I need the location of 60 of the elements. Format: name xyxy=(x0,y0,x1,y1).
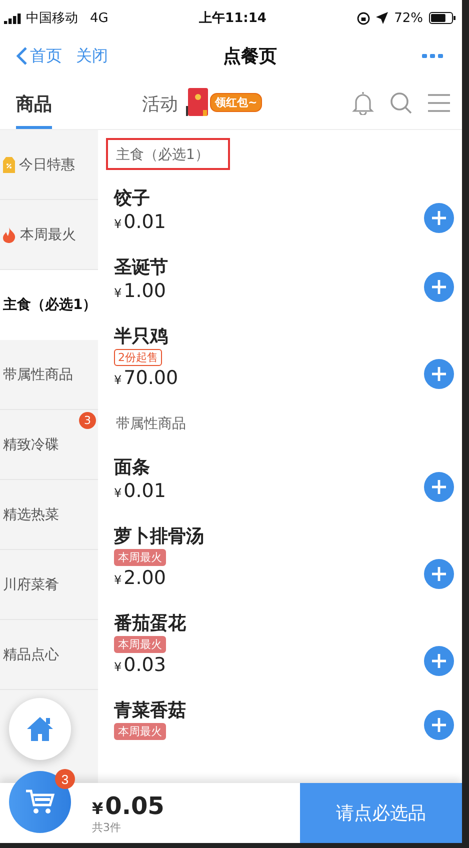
dish-name: 青菜香菇 xyxy=(114,699,186,722)
cart-count-note: 共3件 xyxy=(92,820,122,834)
dish-name: 番茄蛋花 xyxy=(114,612,186,635)
plus-icon xyxy=(431,566,447,582)
bell-icon[interactable] xyxy=(352,90,374,114)
dish-tag: 本周最火 xyxy=(114,723,166,740)
search-icon[interactable] xyxy=(390,92,412,114)
add-button[interactable] xyxy=(424,203,454,233)
chevron-left-icon xyxy=(16,47,28,65)
section-title: 主食（必选1） xyxy=(106,138,230,170)
category-item[interactable]: 主食（必选1） xyxy=(0,270,98,340)
signal-icon xyxy=(4,12,22,24)
cart-icon xyxy=(25,789,55,815)
dish-name: 饺子 xyxy=(114,187,150,210)
battery-percent: 72% xyxy=(394,10,423,26)
category-label: 今日特惠 xyxy=(19,156,75,174)
add-button[interactable] xyxy=(424,710,454,740)
dish-price: ¥2.00 xyxy=(114,567,166,589)
plus-icon xyxy=(431,653,447,669)
carrier-name: 中国移动 xyxy=(26,10,78,27)
category-label: 本周最火 xyxy=(20,226,76,244)
dish-price: ¥0.01 xyxy=(114,211,166,233)
plus-icon xyxy=(431,210,447,226)
dish-tag: 本周最火 xyxy=(114,549,166,566)
section-title: 带属性商品 xyxy=(115,415,187,434)
plus-icon xyxy=(431,717,447,733)
cart-total: ¥0.05 xyxy=(92,792,166,820)
dish-name: 萝卜排骨汤 xyxy=(114,525,204,548)
fire-icon xyxy=(3,226,16,242)
dish-name: 圣诞节 xyxy=(114,256,168,279)
dish-tag: 2份起售 xyxy=(114,349,162,366)
network-type: 4G xyxy=(90,10,108,26)
add-button[interactable] xyxy=(424,559,454,589)
add-button[interactable] xyxy=(424,359,454,389)
add-button[interactable] xyxy=(424,472,454,502)
location-arrow-icon xyxy=(376,12,388,24)
menu-icon[interactable] xyxy=(428,92,450,112)
count-badge: 3 xyxy=(79,412,96,429)
dish-name: 面条 xyxy=(114,456,150,479)
envelope-icon xyxy=(186,88,208,117)
dish-price: ¥0.03 xyxy=(114,654,166,676)
dish-price: ¥70.00 xyxy=(114,367,178,389)
plus-icon xyxy=(431,279,447,295)
dish-price: ¥0.01 xyxy=(114,480,166,502)
more-icon[interactable] xyxy=(422,54,444,58)
category-item[interactable]: 精致冷碟 3 xyxy=(0,410,98,480)
page-title: 点餐页 xyxy=(223,45,277,68)
tab[interactable]: 活动 xyxy=(142,82,178,129)
add-button[interactable] xyxy=(424,646,454,676)
dish-tag: 本周最火 xyxy=(114,636,166,653)
plus-icon xyxy=(431,479,447,495)
plus-icon xyxy=(431,366,447,382)
add-button[interactable] xyxy=(424,272,454,302)
home-icon xyxy=(26,716,54,742)
dish-price: ¥1.00 xyxy=(114,280,166,302)
tag-icon xyxy=(3,156,15,172)
dish-name: 半只鸡 xyxy=(114,325,168,348)
clock-time: 上午11:14 xyxy=(199,10,266,27)
battery-icon xyxy=(429,12,456,24)
rotation-lock-icon xyxy=(357,12,370,24)
